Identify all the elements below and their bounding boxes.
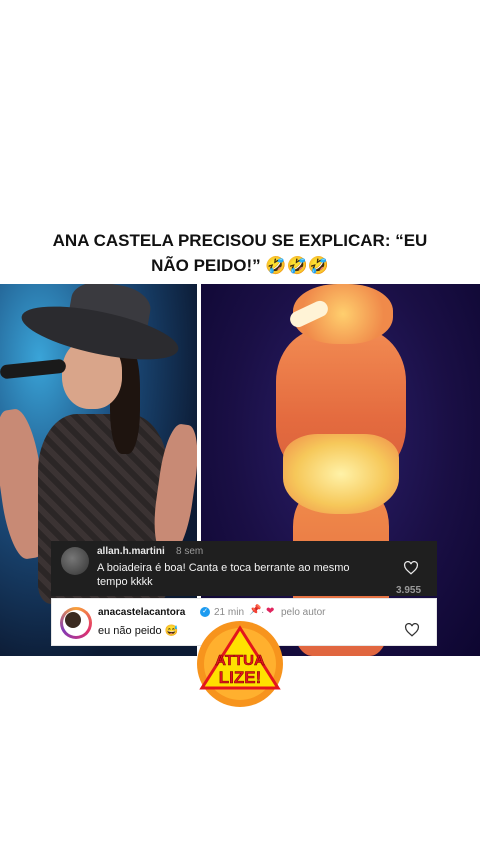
heart-outline-icon[interactable] — [404, 623, 420, 637]
logo-text-line2: LIZE! — [219, 668, 262, 687]
comment-time: 8 sem — [176, 546, 204, 557]
thermal-hips — [283, 434, 399, 514]
comment-username[interactable]: anacastelacantora — [98, 607, 185, 618]
post-headline: ANA CASTELA PRECISOU SE EXPLICAR: “EU NÃ… — [52, 231, 428, 275]
like-count: 3.955 — [396, 585, 422, 596]
verified-badge-icon: ✓ — [200, 607, 210, 617]
logo-text-line1: ATTUA — [215, 652, 265, 669]
avatar[interactable] — [60, 607, 92, 639]
avatar[interactable] — [61, 547, 89, 575]
attualize-logo: ATTUA LIZE! — [197, 621, 283, 707]
comment-time: 21 min — [214, 607, 245, 618]
pin-icon: 📌 — [249, 605, 262, 616]
heart-outline-icon[interactable] — [403, 561, 419, 575]
microphone-shape — [0, 358, 67, 380]
author-heart-icon: ❤ — [266, 606, 275, 617]
comment-username[interactable]: allan.h.martini — [97, 546, 165, 557]
avatar-photo — [65, 612, 81, 628]
comment-allan: allan.h.martini 8 sem A boiadeira é boa!… — [51, 541, 437, 596]
comment-text: A boiadeira é boa! Canta e toca berrante… — [97, 562, 350, 588]
comment-text: eu não peido 😅 — [98, 625, 179, 637]
liked-by-author-label: pelo autor — [281, 607, 326, 618]
separator-dot: · — [261, 607, 265, 618]
